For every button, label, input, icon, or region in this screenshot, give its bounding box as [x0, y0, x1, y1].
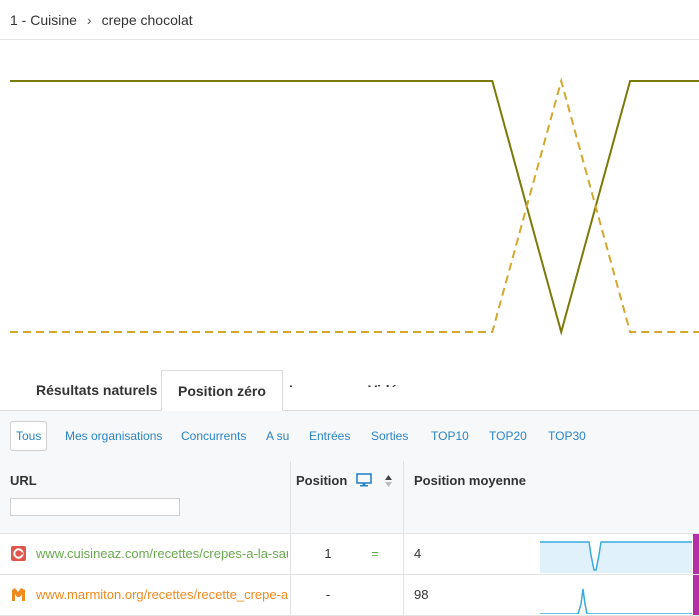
row-color-marker [693, 534, 699, 574]
sort-icon[interactable] [384, 474, 393, 488]
url-filter-input[interactable] [10, 498, 180, 516]
table-header: URL Position Position moyenne [0, 461, 699, 534]
sparkline-area [540, 542, 692, 573]
table-row: www.marmiton.org/recettes/recette_crepe-… [0, 575, 699, 616]
position-sparkline [540, 541, 692, 573]
position-chart [0, 40, 699, 370]
tab-position-zero[interactable]: Position zéro [161, 370, 283, 411]
column-divider [403, 461, 404, 533]
filter-concurrents[interactable]: Concurrents [181, 421, 246, 451]
column-divider [403, 534, 404, 574]
average-position-value: 98 [414, 587, 429, 602]
tab-resultats-naturels[interactable]: Résultats naturels [20, 370, 173, 410]
column-divider [403, 575, 404, 615]
result-url-link[interactable]: www.cuisineaz.com/recettes/crepes-a-la-s… [36, 546, 288, 561]
position-value: 1 [324, 546, 332, 561]
filter-tous[interactable]: Tous [10, 421, 48, 451]
filter-sorties[interactable]: Sorties [371, 421, 408, 451]
column-divider [290, 461, 291, 533]
tab-bar: Résultats naturels Position zéro Images … [0, 370, 699, 411]
column-header-position-moyenne[interactable]: Position moyenne [414, 473, 526, 488]
filter-top10[interactable]: TOP10 [431, 421, 469, 451]
marmiton-icon [11, 587, 26, 602]
series-line-1 [10, 77, 699, 333]
chevron-right-icon: › [86, 11, 92, 28]
sparkline-line [540, 588, 692, 614]
column-header-url[interactable]: URL [10, 473, 37, 488]
tab-videos[interactable]: Vidéos [352, 370, 430, 387]
chart-svg [10, 77, 699, 336]
table-row: www.cuisineaz.com/recettes/crepes-a-la-s… [0, 534, 699, 575]
column-header-position[interactable]: Position [296, 473, 347, 488]
breadcrumb-current: crepe chocolat [101, 11, 193, 28]
evolution-indicator: = [371, 546, 379, 561]
filter-a-su[interactable]: A su [266, 421, 289, 451]
result-url-link[interactable]: www.marmiton.org/recettes/recette_crepe-… [36, 587, 288, 602]
filter-mes-organisations[interactable]: Mes organisations [65, 421, 162, 451]
position-sparkline [540, 588, 692, 614]
filter-bar: Tous Mes organisations Concurrents A su … [0, 411, 699, 461]
filter-top30[interactable]: TOP30 [548, 421, 586, 451]
tab-images[interactable]: Images [273, 370, 353, 387]
filter-top20[interactable]: TOP20 [489, 421, 527, 451]
cuisineaz-icon [11, 546, 26, 561]
filter-entrees[interactable]: Entrées [309, 421, 350, 451]
position-value: - [325, 587, 331, 602]
row-color-marker [693, 575, 699, 615]
breadcrumb: 1 - Cuisine › crepe chocolat [0, 0, 699, 40]
desktop-monitor-icon[interactable] [356, 473, 372, 487]
average-position-value: 4 [414, 546, 422, 561]
breadcrumb-parent[interactable]: 1 - Cuisine [10, 12, 77, 28]
